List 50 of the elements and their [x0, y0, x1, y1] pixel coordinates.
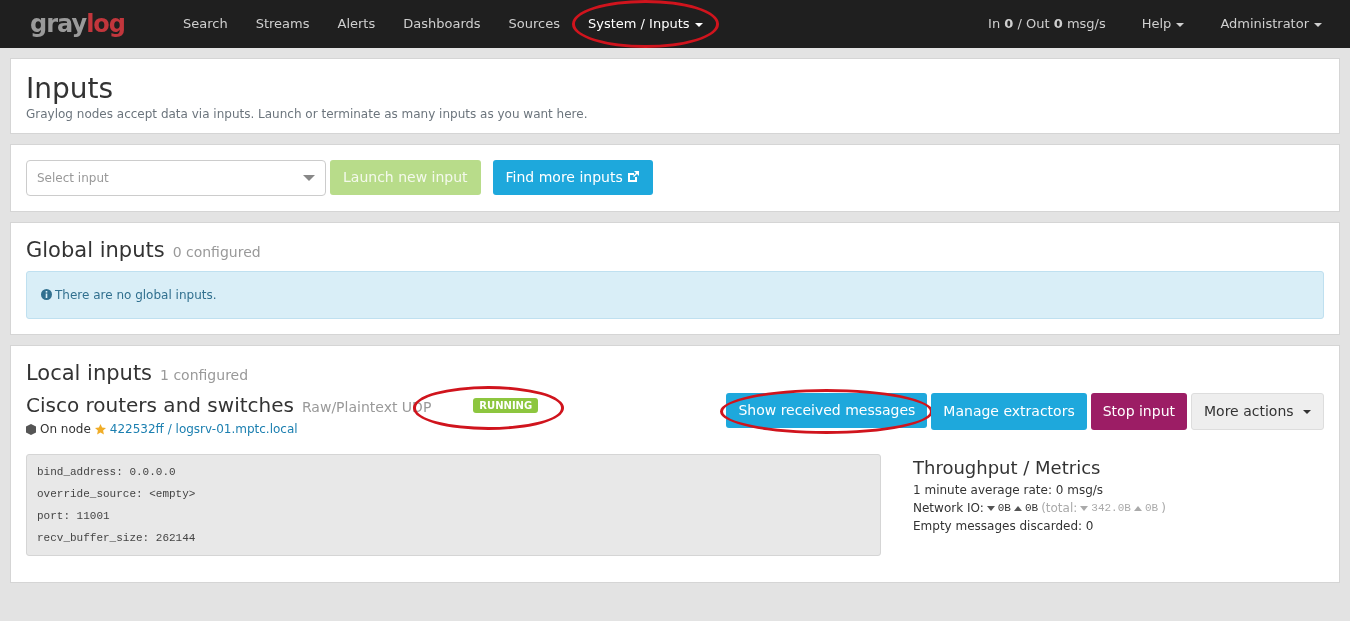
- section-title: Global inputs: [26, 237, 165, 263]
- nav-link[interactable]: Search: [169, 14, 242, 34]
- caret-down-icon: [1080, 504, 1089, 512]
- page-description: Graylog nodes accept data via inputs. Launch or terminate as many inputs as you want here.: [26, 105, 589, 123]
- caret-up-icon: [1133, 504, 1142, 512]
- info-icon: [41, 289, 52, 300]
- config-line: bind_address: 0.0.0.0: [37, 465, 177, 481]
- nav-dropdown[interactable]: Help: [1127, 14, 1199, 34]
- caret-up-icon: [1013, 504, 1022, 512]
- rx-value: 0B: [997, 501, 1011, 517]
- total-end: ): [1161, 500, 1166, 518]
- star-icon: [94, 423, 106, 435]
- nav-link[interactable]: Streams: [241, 14, 324, 34]
- discarded-text: Empty messages discarded: 0: [913, 518, 1095, 536]
- action-button[interactable]: Stop input: [1090, 393, 1187, 431]
- caret-icon: [1303, 410, 1311, 415]
- status-badge: RUNNING: [473, 398, 539, 414]
- cube-icon: [26, 423, 36, 435]
- total-rx-value: 342.0B: [1091, 501, 1131, 517]
- graylog-logo[interactable]: graylog: [30, 6, 126, 42]
- nav-dropdown[interactable]: Administrator: [1206, 14, 1336, 34]
- config-line: recv_buffer_size: 262144: [37, 531, 197, 547]
- node-link[interactable]: 422532ff / logsrv-01.mptc.local: [109, 420, 298, 439]
- node-label: On node: [40, 421, 91, 439]
- throughput-text: In 0 / Out 0 msg/s: [987, 15, 1107, 34]
- network-io-label: Network IO:: [913, 500, 984, 518]
- alert-text: There are no global inputs.: [55, 288, 217, 302]
- nav-link[interactable]: System / Inputs: [574, 16, 717, 32]
- caret-icon: [694, 22, 703, 27]
- configured-count: 0 configured: [172, 242, 261, 262]
- input-name: Cisco routers and switches: [26, 392, 294, 420]
- configured-count: 1 configured: [160, 366, 249, 385]
- caret-icon: [1314, 22, 1322, 27]
- rate-text: 1 minute average rate: 0 msg/s: [913, 482, 1105, 500]
- nav-link[interactable]: Dashboards: [389, 14, 495, 34]
- page-title: Inputs: [26, 74, 115, 105]
- action-button[interactable]: More actions: [1191, 393, 1324, 431]
- nav-link[interactable]: Sources: [494, 14, 574, 34]
- nav-link[interactable]: Alerts: [323, 14, 390, 34]
- external-link-icon: [627, 170, 641, 184]
- caret-icon: [303, 174, 315, 181]
- total-label: (total:: [1041, 500, 1078, 518]
- section-title: Local inputs: [26, 361, 153, 387]
- tx-value: 0B: [1024, 501, 1039, 517]
- caret-down-icon: [986, 504, 995, 512]
- total-tx-value: 0B: [1144, 501, 1159, 517]
- config-line: override_source: <empty>: [37, 487, 197, 503]
- config-line: port: 11001: [37, 509, 111, 525]
- caret-icon: [1176, 22, 1185, 27]
- metrics-title: Throughput / Metrics: [913, 456, 1102, 481]
